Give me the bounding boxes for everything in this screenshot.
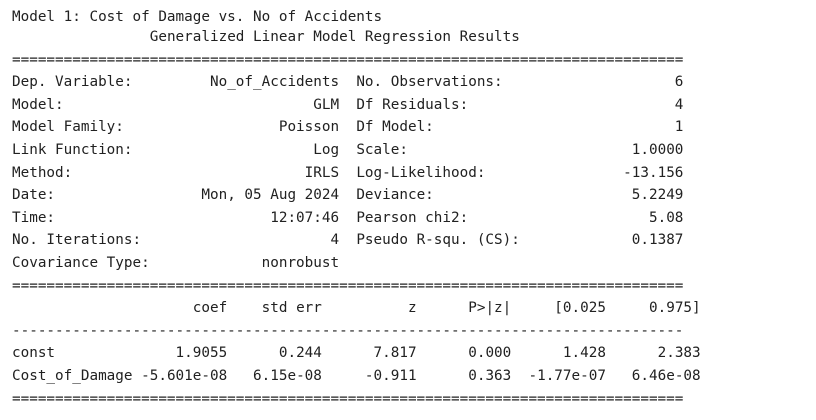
summary-title-text: Generalized Linear Model Regression Resu… xyxy=(149,29,520,45)
cell-z: 7.817 xyxy=(321,345,417,362)
info-left-value: No_of_Accidents xyxy=(192,74,340,91)
info-row: Covariance Type: nonrobust xyxy=(12,252,701,275)
info-row: Link Function: Log Scale: 1.0000 xyxy=(12,139,701,162)
info-row: Time: 12:07:46 Pearson chi2: 5.08 xyxy=(12,207,701,230)
info-right-value: 1 xyxy=(528,119,684,136)
info-right-label xyxy=(356,255,528,271)
info-row: Date: Mon, 05 Aug 2024 Deviance: 5.2249 xyxy=(12,184,701,207)
info-left-label: Covariance Type: xyxy=(12,254,193,271)
double-separator-bottom: ========================================… xyxy=(12,390,684,407)
table-row: const 1.9055 0.244 7.817 0.000 1.428 2.3… xyxy=(12,342,701,365)
cell-variable: Cost_of_Damage xyxy=(12,367,133,384)
cell-ci-lower: 1.428 xyxy=(511,345,606,362)
cell-std-err: 6.15e-08 xyxy=(227,367,322,384)
info-right-label: Df Model: xyxy=(356,119,529,136)
summary-title: Generalized Linear Model Regression Resu… xyxy=(12,26,701,49)
info-right-value: -13.156 xyxy=(528,164,684,181)
header-coef: coef xyxy=(132,300,228,317)
header-std-err: std err xyxy=(227,300,322,317)
cell-ci-upper: 6.46e-08 xyxy=(605,367,701,384)
info-right-label: Pearson chi2: xyxy=(356,209,529,226)
cell-p-value: 0.363 xyxy=(416,367,512,384)
info-left-label: Link Function: xyxy=(12,141,193,158)
cell-ci-upper: 2.383 xyxy=(605,345,701,362)
info-right-value: 4 xyxy=(528,96,684,113)
coef-table-header: coef std err z P>|z| [0.025 0.975] xyxy=(12,297,701,320)
regression-summary-output: Model 1: Cost of Damage vs. No of Accide… xyxy=(12,6,701,410)
info-right-value: 6 xyxy=(528,74,684,91)
model-label: Model 1: Cost of Damage vs. No of Accide… xyxy=(12,9,383,25)
cell-coef: 1.9055 xyxy=(132,345,228,362)
info-left-label: Date: xyxy=(12,187,193,204)
info-right-value: 5.2249 xyxy=(528,187,684,204)
info-right-label: Pseudo R-squ. (CS): xyxy=(356,232,529,249)
info-right-value: 1.0000 xyxy=(528,141,684,158)
header-z: z xyxy=(321,300,417,317)
info-right-label: Scale: xyxy=(356,141,529,158)
double-separator-mid: ========================================… xyxy=(12,277,684,294)
info-left-value: GLM xyxy=(192,96,340,113)
info-row: Dep. Variable: No_of_Accidents No. Obser… xyxy=(12,71,701,94)
info-right-value: 5.08 xyxy=(528,209,684,226)
cell-ci-lower: -1.77e-07 xyxy=(511,367,606,384)
info-left-label: Dep. Variable: xyxy=(12,74,193,91)
double-separator-top: ========================================… xyxy=(12,51,684,68)
info-right-label: Log-Likelihood: xyxy=(356,164,529,181)
info-left-label: Time: xyxy=(12,209,193,226)
cell-variable: const xyxy=(12,345,133,362)
header-blank xyxy=(12,300,133,316)
info-left-label: Model Family: xyxy=(12,119,193,136)
info-left-value: Log xyxy=(192,141,340,158)
info-left-value: Poisson xyxy=(192,119,340,136)
info-right-label: No. Observations: xyxy=(356,74,529,91)
cell-p-value: 0.000 xyxy=(416,345,512,362)
info-right-value: 0.1387 xyxy=(528,232,684,249)
info-left-label: No. Iterations: xyxy=(12,232,193,249)
info-left-value: 4 xyxy=(192,232,340,249)
info-row: Model: GLM Df Residuals: 4 xyxy=(12,94,701,117)
cell-std-err: 0.244 xyxy=(227,345,322,362)
info-right-label: Df Residuals: xyxy=(356,96,529,113)
info-right-label: Deviance: xyxy=(356,187,529,204)
header-ci-lower: [0.025 xyxy=(511,300,606,317)
info-left-label: Method: xyxy=(12,164,193,181)
info-row: Method: IRLS Log-Likelihood: -13.156 xyxy=(12,162,701,185)
header-ci-upper: 0.975] xyxy=(605,300,701,317)
info-left-value: Mon, 05 Aug 2024 xyxy=(192,187,340,204)
cell-z: -0.911 xyxy=(321,367,417,384)
info-right-value xyxy=(528,255,683,271)
info-left-label: Model: xyxy=(12,96,193,113)
info-row: Model Family: Poisson Df Model: 1 xyxy=(12,116,701,139)
info-left-value: nonrobust xyxy=(192,254,340,271)
info-row: No. Iterations: 4 Pseudo R-squ. (CS): 0.… xyxy=(12,229,701,252)
cell-coef: -5.601e-08 xyxy=(132,367,228,384)
table-row: Cost_of_Damage -5.601e-08 6.15e-08 -0.91… xyxy=(12,365,701,388)
header-p-value: P>|z| xyxy=(416,300,512,317)
info-left-value: 12:07:46 xyxy=(192,209,340,226)
single-separator: ----------------------------------------… xyxy=(12,322,684,339)
info-left-value: IRLS xyxy=(192,164,340,181)
